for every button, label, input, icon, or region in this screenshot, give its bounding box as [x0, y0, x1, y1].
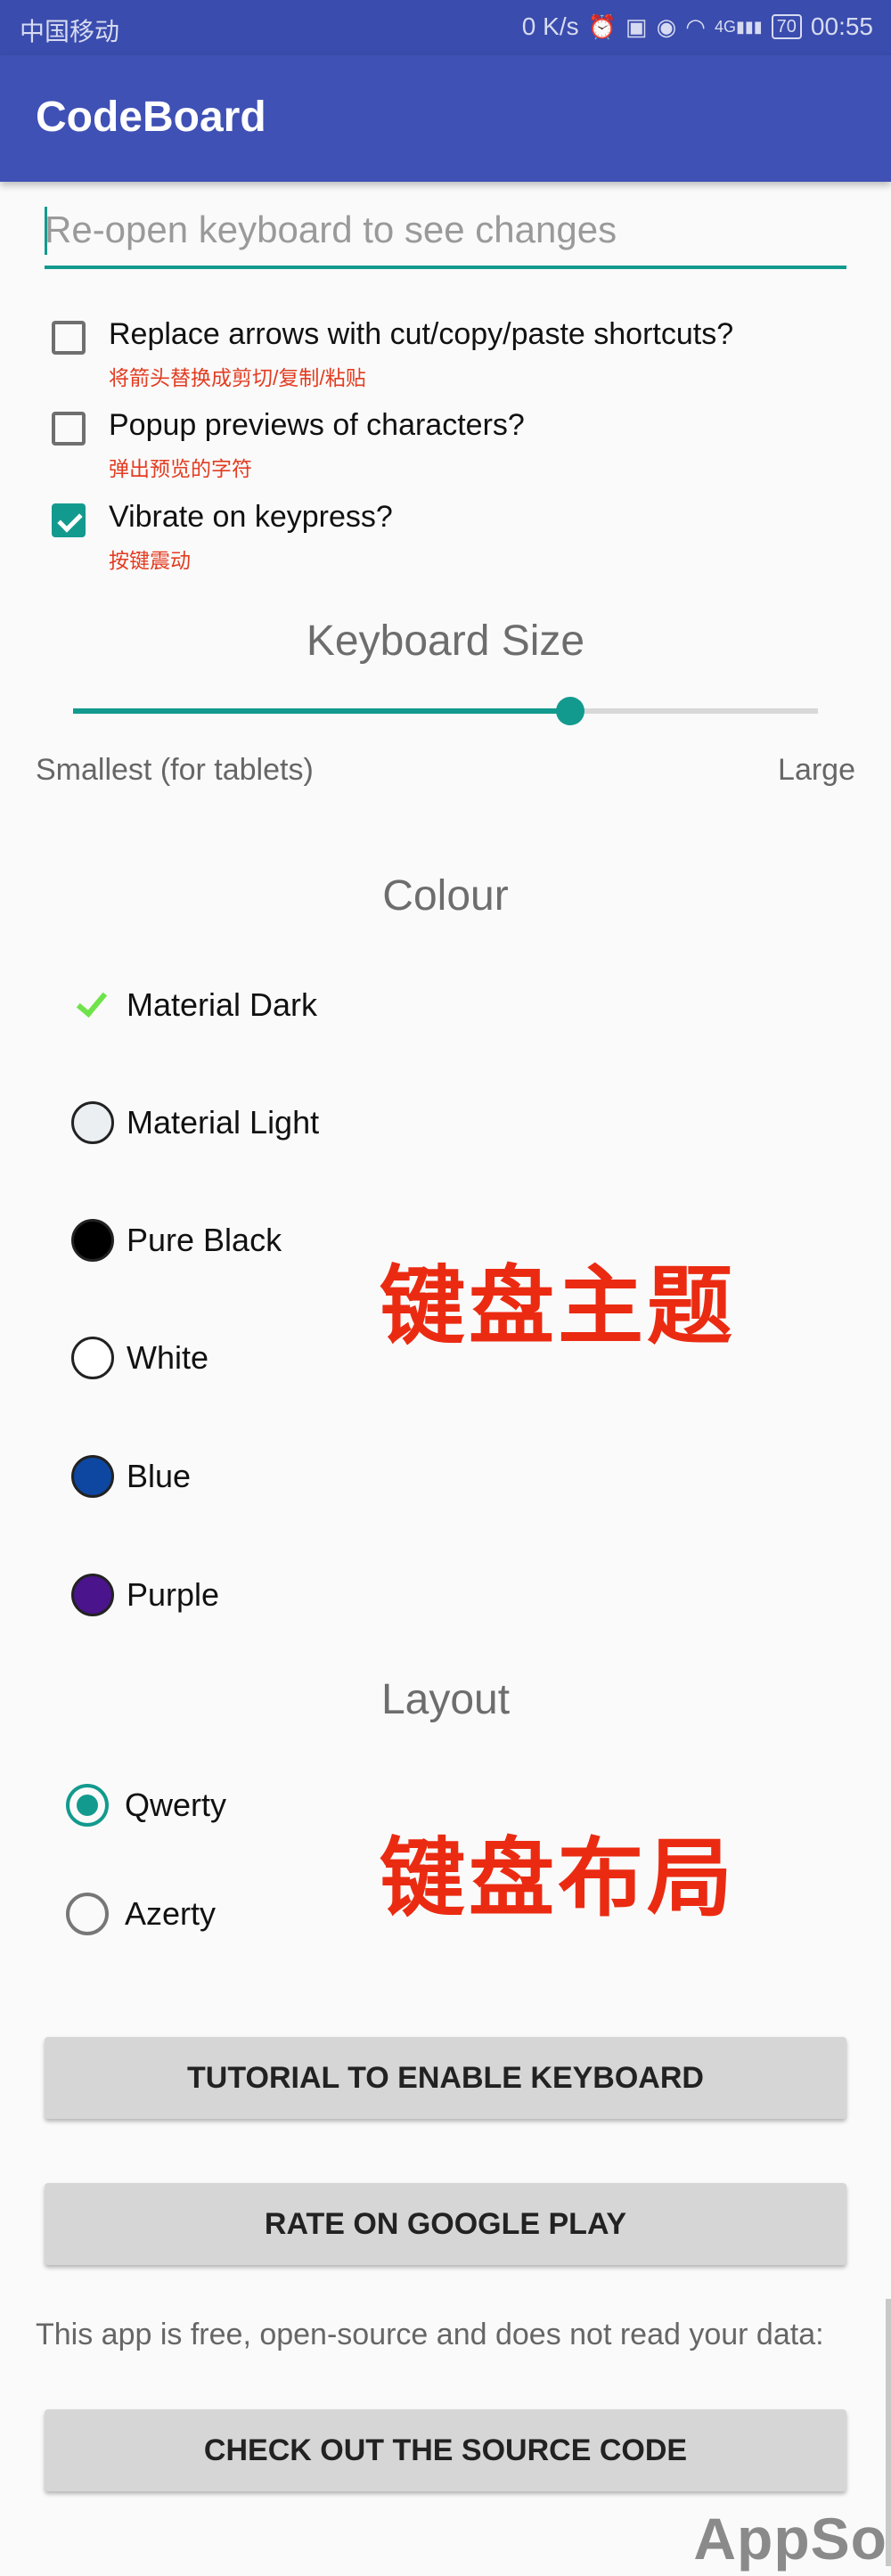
theme-annotation: 键盘主题: [380, 1259, 736, 1354]
layout-option-qwerty[interactable]: Qwerty: [66, 1779, 226, 1832]
popup-previews-checkbox[interactable]: [52, 412, 86, 446]
colour-option-material-light[interactable]: Material Light: [71, 1096, 319, 1149]
selected-check-icon: [71, 984, 114, 1026]
replace-arrows-checkbox[interactable]: [52, 321, 86, 355]
colour-option-purple[interactable]: Purple: [71, 1568, 219, 1622]
colour-option-material-dark[interactable]: Material Dark: [71, 978, 317, 1032]
test-keyboard-input[interactable]: [45, 194, 846, 266]
colour-label: White: [127, 1339, 209, 1376]
tutorial-button[interactable]: TUTORIAL TO ENABLE KEYBOARD: [45, 2037, 846, 2119]
vibrate-checkbox[interactable]: [52, 503, 86, 537]
colour-swatch-icon: [71, 1455, 114, 1498]
status-icons: 0 K/s ⏰ ▣ ◉ ◠ 4G▮▮▮ 70 00:55: [522, 12, 873, 41]
keyboard-size-slider[interactable]: [73, 697, 818, 725]
option-label: Popup previews of characters?: [109, 408, 525, 442]
slider-max-label: Large: [778, 753, 855, 787]
option-label: Replace arrows with cut/copy/paste short…: [109, 317, 734, 351]
colour-swatch-icon: [71, 1219, 114, 1262]
app-title: CodeBoard: [36, 94, 266, 141]
test-keyboard-field[interactable]: [45, 194, 846, 269]
layout-option-azerty[interactable]: Azerty: [66, 1887, 216, 1941]
wifi-icon: ◠: [685, 12, 706, 40]
status-bar: 中国移动 0 K/s ⏰ ▣ ◉ ◠ 4G▮▮▮ 70 00:55: [0, 0, 891, 55]
colour-title: Colour: [382, 872, 509, 920]
option-vibrate[interactable]: Vibrate on keypress? 按键震动: [52, 500, 393, 574]
option-note: 弹出预览的字符: [109, 457, 252, 480]
status-time: 00:55: [810, 12, 873, 40]
colour-swatch-icon: [71, 1574, 114, 1616]
layout-annotation: 键盘布局: [380, 1831, 736, 1926]
slider-fill: [73, 708, 570, 714]
radio-label: Qwerty: [125, 1787, 227, 1823]
colour-option-blue[interactable]: Blue: [71, 1450, 191, 1503]
alarm-icon: ⏰: [587, 12, 617, 40]
signal-label: 4G: [714, 17, 736, 36]
colour-label: Purple: [127, 1576, 220, 1613]
keyboard-size-title: Keyboard Size: [306, 617, 585, 665]
colour-swatch-icon: [71, 1337, 114, 1379]
colour-swatch-icon: [71, 1101, 114, 1144]
slider-min-label: Smallest (for tablets): [36, 753, 314, 787]
colour-label: Pure Black: [127, 1222, 282, 1258]
option-note: 按键震动: [109, 549, 191, 572]
text-cursor: [45, 207, 47, 255]
app-bar: CodeBoard: [0, 55, 891, 182]
rate-button[interactable]: RATE ON GOOGLE PLAY: [45, 2183, 846, 2265]
radio-label: Azerty: [125, 1895, 217, 1932]
about-text: This app is free, open-source and does n…: [36, 2318, 824, 2351]
battery-level: 70: [776, 17, 797, 37]
colour-label: Blue: [127, 1458, 192, 1494]
layout-title: Layout: [380, 1676, 511, 1723]
azerty-radio[interactable]: [66, 1893, 109, 1935]
signal-icon: 4G▮▮▮: [714, 17, 763, 36]
option-note: 将箭头替换成剪切/复制/粘贴: [109, 366, 366, 389]
slider-thumb[interactable]: [555, 697, 584, 725]
option-label: Vibrate on keypress?: [109, 500, 393, 534]
qwerty-radio[interactable]: [66, 1784, 109, 1827]
option-popup-previews[interactable]: Popup previews of characters? 弹出预览的字符: [52, 408, 525, 482]
watermark-logo: AppSo: [693, 2506, 887, 2572]
hd-icon: ▣: [625, 12, 648, 40]
option-replace-arrows[interactable]: Replace arrows with cut/copy/paste short…: [52, 317, 733, 391]
battery-icon: 70: [771, 14, 802, 39]
colour-option-pure-black[interactable]: Pure Black: [71, 1214, 282, 1267]
source-code-button[interactable]: CHECK OUT THE SOURCE CODE: [45, 2409, 846, 2491]
colour-option-white[interactable]: White: [71, 1331, 208, 1385]
colour-label: Material Light: [127, 1104, 320, 1141]
eye-icon: ◉: [656, 12, 677, 40]
network-speed: 0 K/s: [521, 12, 579, 40]
carrier-label: 中国移动: [20, 18, 120, 45]
colour-label: Material Dark: [127, 986, 318, 1023]
